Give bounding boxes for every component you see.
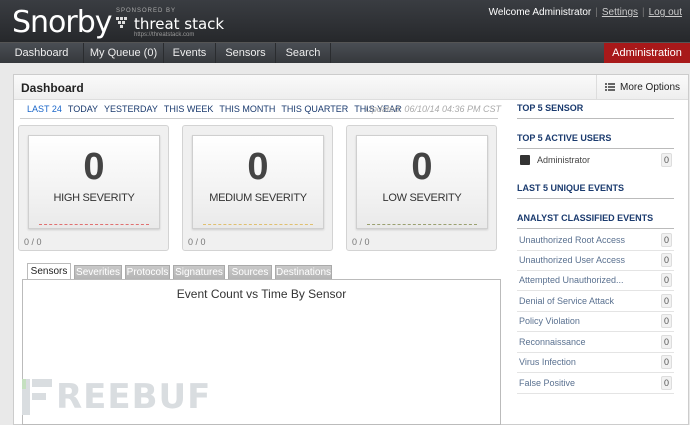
nav-search[interactable]: Search xyxy=(276,43,331,63)
unique-events-heading: LAST 5 UNIQUE EVENTS xyxy=(517,183,625,193)
classification-label: Reconnaissance xyxy=(519,337,586,347)
high-severity-card[interactable]: 0 HIGH SEVERITY 0 / 0 xyxy=(18,125,169,251)
top-users-heading: TOP 5 ACTIVE USERS xyxy=(517,133,612,143)
medium-severity-card[interactable]: 0 MEDIUM SEVERITY 0 / 0 xyxy=(182,125,333,251)
tab-signatures[interactable]: Signatures xyxy=(173,265,225,280)
nav-my-queue[interactable]: My Queue (0) xyxy=(84,43,164,63)
snorby-logo[interactable]: Snorby xyxy=(12,5,113,40)
medium-severity-ratio: 0 / 0 xyxy=(188,237,206,247)
sponsor-block: SPONSORED BY threat stack https://threat… xyxy=(116,8,224,38)
classification-label: Attempted Unauthorized... xyxy=(519,275,624,285)
list-item-user[interactable]: Administrator 0 xyxy=(517,151,674,171)
divider xyxy=(517,148,674,149)
classification-row[interactable]: Reconnaissance 0 xyxy=(517,333,674,353)
classification-count: 0 xyxy=(660,314,672,328)
nav-sensors[interactable]: Sensors xyxy=(216,43,276,63)
panel-header: Dashboard More Options xyxy=(14,75,688,100)
tab-protocols[interactable]: Protocols xyxy=(125,265,170,280)
severity-bar xyxy=(39,224,149,225)
divider xyxy=(20,118,498,119)
chart-title: Event Count vs Time By Sensor xyxy=(176,287,347,301)
classification-row[interactable]: Policy Violation 0 xyxy=(517,312,674,332)
range-this-quarter[interactable]: THIS QUARTER xyxy=(281,104,348,114)
freebuf-watermark: REEBUF xyxy=(22,377,211,417)
classification-label: Denial of Service Attack xyxy=(519,296,615,306)
classification-row[interactable]: False Positive 0 xyxy=(517,374,674,394)
high-severity-ratio: 0 / 0 xyxy=(24,237,42,247)
more-options-label: More Options xyxy=(619,81,681,93)
classification-row[interactable]: Denial of Service Attack 0 xyxy=(517,292,674,312)
divider xyxy=(517,198,674,199)
top-sensor-heading: TOP 5 SENSOR xyxy=(517,103,584,113)
classification-label: Unauthorized Root Access xyxy=(519,235,626,245)
range-yesterday[interactable]: YESTERDAY xyxy=(104,104,158,114)
classification-row[interactable]: Unauthorized User Access 0 xyxy=(517,251,674,271)
separator: | xyxy=(642,7,645,18)
range-today[interactable]: TODAY xyxy=(68,104,98,114)
classification-count: 0 xyxy=(660,355,672,369)
classified-heading: ANALYST CLASSIFIED EVENTS xyxy=(517,213,654,223)
user-name: Administrator xyxy=(537,155,591,165)
separator: | xyxy=(595,7,598,18)
watermark-text: REEBUF xyxy=(56,377,212,417)
range-this-week[interactable]: THIS WEEK xyxy=(164,104,214,114)
classification-count: 0 xyxy=(660,294,672,308)
classification-label: False Positive xyxy=(519,378,576,388)
logout-link[interactable]: Log out xyxy=(649,7,682,18)
divider xyxy=(517,228,674,229)
options-icon xyxy=(604,83,615,91)
range-this-month[interactable]: THIS MONTH xyxy=(219,104,275,114)
low-severity-count: 0 xyxy=(411,146,433,188)
updated-timestamp: Updated: 06/10/14 04:36 PM CST xyxy=(365,104,501,114)
classification-row[interactable]: Virus Infection 0 xyxy=(517,353,674,373)
low-severity-card[interactable]: 0 LOW SEVERITY 0 / 0 xyxy=(346,125,497,251)
tab-sensors[interactable]: Sensors xyxy=(27,263,71,280)
classification-label: Virus Infection xyxy=(519,357,576,367)
classification-count: 0 xyxy=(660,253,672,267)
user-menu: Welcome Administrator | Settings | Log o… xyxy=(489,7,682,18)
more-options-button[interactable]: More Options xyxy=(596,75,688,99)
range-last-24[interactable]: LAST 24 xyxy=(27,104,62,114)
tab-destinations[interactable]: Destinations xyxy=(275,265,332,280)
high-severity-label: HIGH SEVERITY xyxy=(53,192,135,204)
classification-row[interactable]: Attempted Unauthorized... 0 xyxy=(517,271,674,291)
nav-dashboard[interactable]: Dashboard xyxy=(0,43,84,63)
classification-label: Policy Violation xyxy=(519,316,580,326)
classification-count: 0 xyxy=(660,273,672,287)
tab-severities[interactable]: Severities xyxy=(74,265,122,280)
divider xyxy=(517,118,674,119)
low-severity-ratio: 0 / 0 xyxy=(352,237,370,247)
time-range-bar: LAST 24 TODAY YESTERDAY THIS WEEK THIS M… xyxy=(13,101,507,117)
page-title: Dashboard xyxy=(21,81,84,95)
freebuf-logo-icon xyxy=(22,379,52,415)
settings-link[interactable]: Settings xyxy=(602,7,638,18)
sponsor-label: SPONSORED BY xyxy=(116,8,177,14)
sponsor-name[interactable]: threat stack xyxy=(134,15,224,33)
medium-severity-label: MEDIUM SEVERITY xyxy=(209,192,307,204)
medium-severity-count: 0 xyxy=(247,146,269,188)
classification-count: 0 xyxy=(660,376,672,390)
threatstack-icon xyxy=(116,17,127,28)
nav-administration[interactable]: Administration xyxy=(604,43,690,63)
user-avatar-icon xyxy=(520,155,530,165)
high-severity-count: 0 xyxy=(83,146,105,188)
classification-label: Unauthorized User Access xyxy=(519,255,626,265)
tab-sources[interactable]: Sources xyxy=(228,265,272,280)
main-nav: Dashboard My Queue (0) Events Sensors Se… xyxy=(0,42,690,63)
nav-events[interactable]: Events xyxy=(164,43,216,63)
user-count: 0 xyxy=(660,153,672,167)
classification-count: 0 xyxy=(660,335,672,349)
top-bar: Snorby SPONSORED BY threat stack https:/… xyxy=(0,0,690,42)
classification-count: 0 xyxy=(660,233,672,247)
welcome-text: Welcome Administrator xyxy=(488,7,592,18)
severity-bar xyxy=(203,224,313,225)
classification-row[interactable]: Unauthorized Root Access 0 xyxy=(517,231,674,251)
severity-bar xyxy=(367,224,477,225)
low-severity-label: LOW SEVERITY xyxy=(382,192,462,204)
